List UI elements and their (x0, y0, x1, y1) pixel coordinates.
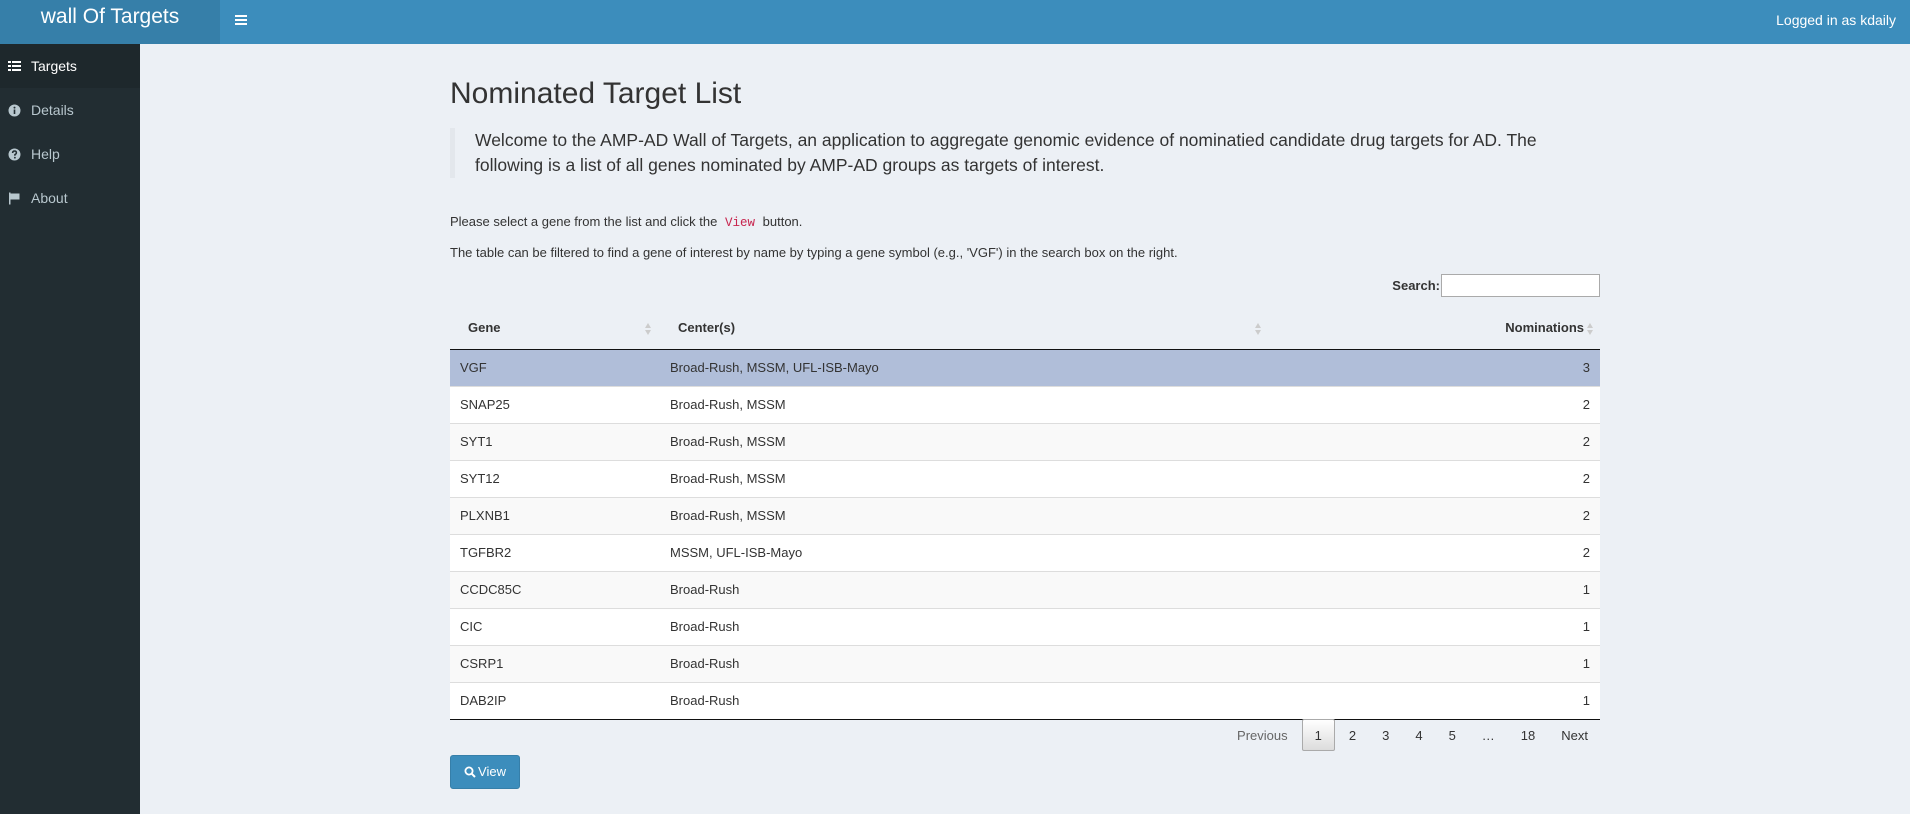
centers-cell: Broad-Rush (660, 570, 1270, 608)
centers-cell: Broad-Rush (660, 644, 1270, 682)
sidebar-toggle[interactable] (220, 0, 260, 44)
sidebar-item-label: About (31, 190, 68, 206)
centers-cell: Broad-Rush, MSSM (660, 385, 1270, 423)
nominations-cell: 1 (1270, 570, 1600, 608)
gene-cell: TGFBR2 (450, 533, 660, 571)
pagination-page-2[interactable]: 2 (1337, 720, 1368, 752)
nominations-cell: 1 (1270, 681, 1600, 720)
intro-blockquote: Welcome to the AMP-AD Wall of Targets, a… (450, 128, 1600, 178)
sidebar-item-help[interactable]: Help (0, 132, 140, 176)
pagination-ellipsis: … (1481, 728, 1495, 743)
question-circle-icon (8, 148, 21, 161)
table-row[interactable]: VGF Broad-Rush, MSSM, UFL-ISB-Mayo 3 (450, 348, 1600, 386)
centers-cell: Broad-Rush, MSSM, UFL-ISB-Mayo (660, 348, 1270, 386)
filter-instruction: The table can be filtered to find a gene… (450, 245, 1178, 260)
pagination: Previous 1 2 3 4 5 … 18 Next (1223, 719, 1600, 751)
gene-cell: CCDC85C (450, 570, 660, 608)
pagination-page-4[interactable]: 4 (1403, 720, 1434, 752)
pagination-page-5[interactable]: 5 (1437, 720, 1468, 752)
top-navbar: wall Of Targets Logged in as kdaily (0, 0, 1910, 44)
gene-cell: PLXNB1 (450, 496, 660, 534)
nominations-cell: 2 (1270, 496, 1600, 534)
centers-cell: Broad-Rush (660, 681, 1270, 720)
logged-in-user: Logged in as kdaily (1776, 12, 1896, 28)
column-header-nominations[interactable]: Nominations (1270, 306, 1600, 350)
nominations-cell: 2 (1270, 533, 1600, 571)
search-label: Search: (1392, 278, 1440, 293)
gene-cell: SNAP25 (450, 385, 660, 423)
pagination-previous[interactable]: Previous (1225, 720, 1300, 752)
table-row[interactable]: PLXNB1 Broad-Rush, MSSM 2 (450, 496, 1600, 534)
sidebar-item-label: Targets (31, 58, 77, 74)
sidebar-item-targets[interactable]: Targets (0, 44, 140, 88)
sidebar-item-label: Help (31, 146, 60, 162)
column-header-centers[interactable]: Center(s) (660, 306, 1270, 350)
nominations-cell: 2 (1270, 459, 1600, 497)
app-logo[interactable]: wall Of Targets (0, 0, 220, 44)
pagination-page-18[interactable]: 18 (1509, 720, 1547, 752)
table-row[interactable]: DAB2IP Broad-Rush 1 (450, 681, 1600, 720)
table-row[interactable]: CCDC85C Broad-Rush 1 (450, 570, 1600, 608)
page-title: Nominated Target List (450, 77, 742, 110)
table-row[interactable]: TGFBR2 MSSM, UFL-ISB-Mayo 2 (450, 533, 1600, 571)
sidebar-item-about[interactable]: About (0, 176, 140, 220)
hamburger-icon (235, 15, 247, 17)
centers-cell: Broad-Rush, MSSM (660, 496, 1270, 534)
column-header-gene[interactable]: Gene (450, 306, 660, 350)
sidebar-item-label: Details (31, 102, 74, 118)
table-row[interactable]: SYT12 Broad-Rush, MSSM 2 (450, 459, 1600, 497)
table-row[interactable]: CSRP1 Broad-Rush 1 (450, 644, 1600, 682)
gene-cell: CSRP1 (450, 644, 660, 682)
search-input[interactable] (1441, 274, 1600, 297)
table-row[interactable]: SYT1 Broad-Rush, MSSM 2 (450, 422, 1600, 460)
pagination-page-3[interactable]: 3 (1370, 720, 1401, 752)
sort-icon (1587, 323, 1594, 335)
sort-icon (1255, 323, 1262, 335)
view-button-label: View (478, 764, 506, 779)
gene-cell: SYT12 (450, 459, 660, 497)
pagination-page-1[interactable]: 1 (1301, 719, 1335, 751)
gene-cell: DAB2IP (450, 681, 660, 720)
table-row[interactable]: SNAP25 Broad-Rush, MSSM 2 (450, 385, 1600, 423)
centers-cell: Broad-Rush (660, 607, 1270, 645)
table-row[interactable]: CIC Broad-Rush 1 (450, 607, 1600, 645)
flag-icon (9, 192, 20, 205)
centers-cell: Broad-Rush, MSSM (660, 459, 1270, 497)
centers-cell: MSSM, UFL-ISB-Mayo (660, 533, 1270, 571)
nominations-cell: 1 (1270, 644, 1600, 682)
nominations-cell: 2 (1270, 385, 1600, 423)
nominations-cell: 2 (1270, 422, 1600, 460)
sort-icon (645, 323, 652, 335)
gene-cell: SYT1 (450, 422, 660, 460)
instruction-text: Please select a gene from the list and c… (450, 214, 803, 230)
sidebar: Targets Details Help About (0, 44, 140, 814)
pagination-next[interactable]: Next (1549, 720, 1600, 752)
gene-cell: CIC (450, 607, 660, 645)
sidebar-item-details[interactable]: Details (0, 88, 140, 132)
info-circle-icon (8, 104, 21, 117)
nominations-cell: 1 (1270, 607, 1600, 645)
list-icon (8, 61, 21, 71)
view-button[interactable]: View (450, 755, 520, 789)
search-icon (464, 766, 476, 778)
centers-cell: Broad-Rush, MSSM (660, 422, 1270, 460)
view-code: View (725, 216, 756, 230)
gene-cell: VGF (450, 348, 660, 386)
targets-table: Gene Center(s) Nominations VGF Broad-Rush… (450, 306, 1600, 720)
nominations-cell: 3 (1270, 348, 1600, 386)
